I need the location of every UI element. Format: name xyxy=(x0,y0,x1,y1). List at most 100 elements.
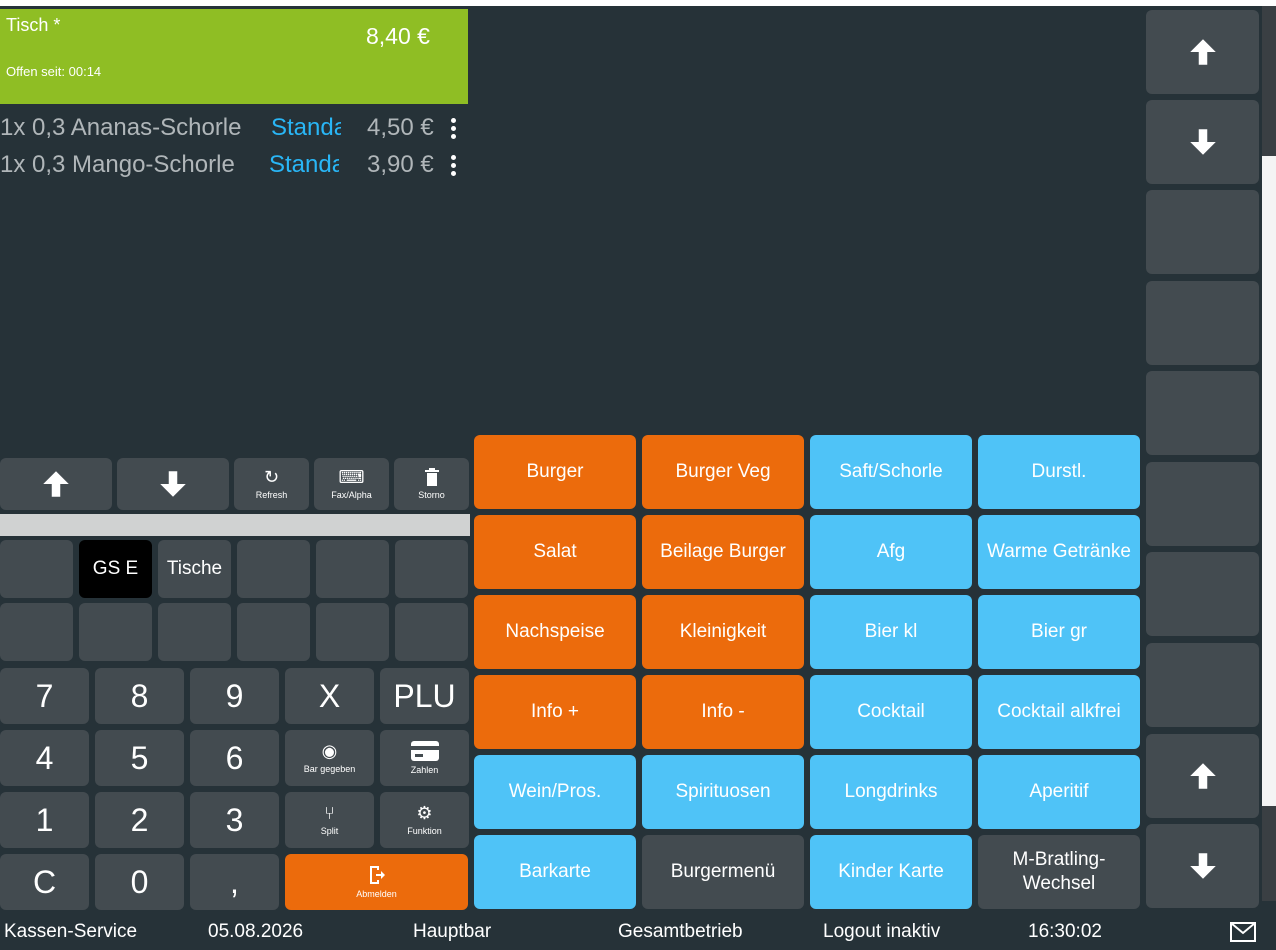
category-info-minus[interactable]: Info - xyxy=(642,675,804,749)
quick-button-empty[interactable] xyxy=(395,540,468,598)
refresh-button[interactable]: ↻ Refresh xyxy=(234,458,309,510)
more-vert-icon[interactable] xyxy=(446,153,460,181)
top-strip xyxy=(0,0,1276,6)
arrow-up-icon xyxy=(43,471,69,497)
quick-button-empty[interactable] xyxy=(0,603,73,661)
key-7[interactable]: 7 xyxy=(0,668,89,724)
side-button-empty[interactable] xyxy=(1146,643,1259,727)
list-item[interactable]: 1x 0,3 Ananas-Schorle Standard 4,50 € xyxy=(0,112,468,149)
key-plu[interactable]: PLU xyxy=(380,668,469,724)
key-2[interactable]: 2 xyxy=(95,792,184,848)
arrow-down-icon xyxy=(160,471,186,497)
split-label: Split xyxy=(320,826,339,836)
category-bier-gr[interactable]: Bier gr xyxy=(978,595,1140,669)
category-nachspeise[interactable]: Nachspeise xyxy=(474,595,636,669)
category-burgermenue[interactable]: Burgermenü xyxy=(642,835,804,909)
key-0[interactable]: 0 xyxy=(95,854,184,910)
category-aperitif[interactable]: Aperitif xyxy=(978,755,1140,829)
key-5[interactable]: 5 xyxy=(95,730,184,786)
table-name: Tisch * xyxy=(6,15,61,35)
table-total: 8,40 € xyxy=(366,23,430,49)
category-kinder-karte[interactable]: Kinder Karte xyxy=(810,835,972,909)
quick-button-empty[interactable] xyxy=(316,603,389,661)
arrow-up-icon xyxy=(1189,763,1216,789)
key-3[interactable]: 3 xyxy=(190,792,279,848)
key-9[interactable]: 9 xyxy=(190,668,279,724)
category-burger[interactable]: Burger xyxy=(474,435,636,509)
quick-button-empty[interactable] xyxy=(237,603,310,661)
bar-gegeben-button[interactable]: ◉ Bar gegeben xyxy=(285,730,374,786)
mail-icon[interactable] xyxy=(1230,922,1256,942)
status-service: Kassen-Service xyxy=(4,921,138,942)
category-kleinigkeit[interactable]: Kleinigkeit xyxy=(642,595,804,669)
category-barkarte[interactable]: Barkarte xyxy=(474,835,636,909)
side-button-empty[interactable] xyxy=(1146,552,1259,636)
side-button-empty[interactable] xyxy=(1146,462,1259,546)
key-c[interactable]: C xyxy=(0,854,89,910)
category-burger-veg[interactable]: Burger Veg xyxy=(642,435,804,509)
refresh-icon: ↻ xyxy=(263,467,280,487)
category-longdrinks[interactable]: Longdrinks xyxy=(810,755,972,829)
side-button-empty[interactable] xyxy=(1146,371,1259,455)
category-wein-pros[interactable]: Wein/Pros. xyxy=(474,755,636,829)
quick-button-empty[interactable] xyxy=(79,603,152,661)
status-time: 16:30:02 xyxy=(1028,921,1102,942)
funktion-button[interactable]: ⚙ Funktion xyxy=(380,792,469,848)
zahlen-label: Zahlen xyxy=(410,765,439,775)
category-bier-kl[interactable]: Bier kl xyxy=(810,595,972,669)
category-info-plus[interactable]: Info + xyxy=(474,675,636,749)
tische-button[interactable]: Tische xyxy=(158,540,231,598)
logout-icon xyxy=(369,866,385,884)
page-up-button[interactable] xyxy=(1146,10,1259,94)
scroll-down-button[interactable] xyxy=(117,458,229,510)
split-icon: ⑂ xyxy=(324,803,335,823)
refresh-label: Refresh xyxy=(255,490,288,500)
keyboard-icon: ⌨ xyxy=(338,467,365,487)
side-button-empty[interactable] xyxy=(1146,190,1259,274)
zahlen-button[interactable]: Zahlen xyxy=(380,730,469,786)
order-item-tag: Standard xyxy=(271,114,341,141)
page-down-button[interactable] xyxy=(1146,100,1259,184)
category-cocktail[interactable]: Cocktail xyxy=(810,675,972,749)
quick-button-empty[interactable] xyxy=(316,540,389,598)
scroll-up-button[interactable] xyxy=(0,458,112,510)
gs-e-button[interactable]: GS E xyxy=(79,540,152,598)
table-header[interactable]: Tisch * 8,40 € Offen seit: 00:14 xyxy=(0,9,468,104)
order-item-name: 1x 0,3 Ananas-Schorle xyxy=(0,114,242,141)
funktion-label: Funktion xyxy=(407,826,442,836)
category-m-bratling-wechsel[interactable]: M-Bratling-Wechsel xyxy=(978,835,1140,909)
category-beilage-burger[interactable]: Beilage Burger xyxy=(642,515,804,589)
category-salat[interactable]: Salat xyxy=(474,515,636,589)
key-6[interactable]: 6 xyxy=(190,730,279,786)
key-1[interactable]: 1 xyxy=(0,792,89,848)
background-window-pane xyxy=(1262,156,1276,806)
abmelden-label: Abmelden xyxy=(356,889,397,899)
key-8[interactable]: 8 xyxy=(95,668,184,724)
category-afg[interactable]: Afg xyxy=(810,515,972,589)
list-item[interactable]: 1x 0,3 Mango-Schorle Standard 3,90 € xyxy=(0,149,468,186)
category-cocktail-alkfrei[interactable]: Cocktail alkfrei xyxy=(978,675,1140,749)
more-vert-icon[interactable] xyxy=(446,116,460,144)
order-item-price: 4,50 € xyxy=(367,114,434,141)
abmelden-button[interactable]: Abmelden xyxy=(285,854,468,910)
storno-button[interactable]: Storno xyxy=(394,458,469,510)
quick-button-empty[interactable] xyxy=(158,603,231,661)
category-saft-schorle[interactable]: Saft/Schorle xyxy=(810,435,972,509)
category-warme-getraenke[interactable]: Warme Getränke xyxy=(978,515,1140,589)
category-page-down-button[interactable] xyxy=(1146,824,1259,908)
key-comma[interactable]: , xyxy=(190,854,279,910)
quick-button-empty[interactable] xyxy=(0,540,73,598)
side-button-empty[interactable] xyxy=(1146,281,1259,365)
key-4[interactable]: 4 xyxy=(0,730,89,786)
quick-button-empty[interactable] xyxy=(237,540,310,598)
key-x[interactable]: X xyxy=(285,668,374,724)
credit-card-icon xyxy=(410,741,439,761)
arrow-up-icon xyxy=(1189,39,1216,65)
category-page-up-button[interactable] xyxy=(1146,734,1259,818)
trash-icon xyxy=(424,468,439,486)
quick-button-empty[interactable] xyxy=(395,603,468,661)
fax-alpha-button[interactable]: ⌨ Fax/Alpha xyxy=(314,458,389,510)
category-spirituosen[interactable]: Spirituosen xyxy=(642,755,804,829)
category-durstl[interactable]: Durstl. xyxy=(978,435,1140,509)
split-button[interactable]: ⑂ Split xyxy=(285,792,374,848)
